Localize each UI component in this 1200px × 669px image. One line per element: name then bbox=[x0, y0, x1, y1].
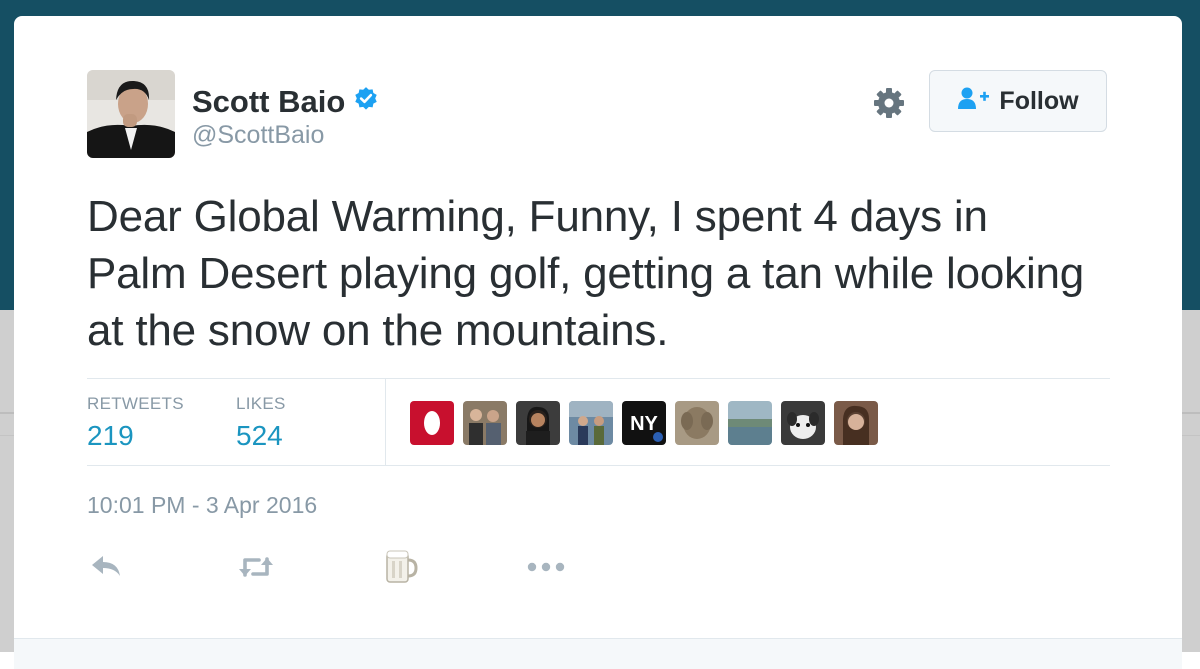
likes-label: LIKES bbox=[236, 394, 286, 413]
user-name-row[interactable]: Scott Baio bbox=[192, 84, 379, 120]
reply-icon[interactable] bbox=[90, 554, 122, 583]
retweets-stat[interactable]: RETWEETS 219 bbox=[87, 394, 184, 452]
retweets-label: RETWEETS bbox=[87, 394, 184, 413]
retweet-icon[interactable] bbox=[237, 554, 275, 585]
tweet-timestamp[interactable]: 10:01 PM - 3 Apr 2016 bbox=[87, 492, 317, 519]
liker-avatar[interactable] bbox=[463, 401, 507, 445]
avatar[interactable] bbox=[87, 70, 175, 158]
gear-icon[interactable] bbox=[872, 86, 906, 120]
liker-avatar[interactable] bbox=[834, 401, 878, 445]
user-handle[interactable]: @ScottBaio bbox=[192, 121, 324, 150]
liker-avatar[interactable] bbox=[410, 401, 454, 445]
card-footer bbox=[14, 638, 1182, 669]
retweets-count: 219 bbox=[87, 420, 134, 451]
tweet-text: Dear Global Warming, Funny, I spent 4 da… bbox=[87, 192, 1085, 355]
user-name[interactable]: Scott Baio bbox=[192, 84, 345, 120]
liker-avatar[interactable] bbox=[675, 401, 719, 445]
follow-button[interactable]: Follow bbox=[929, 70, 1107, 132]
svg-text:NY: NY bbox=[630, 413, 658, 435]
follow-button-label: Follow bbox=[999, 86, 1079, 115]
like-beer-mug-icon[interactable] bbox=[384, 548, 418, 589]
likes-count: 524 bbox=[236, 420, 283, 451]
liker-avatar[interactable] bbox=[728, 401, 772, 445]
follow-user-icon bbox=[957, 86, 991, 117]
tweet-stats: RETWEETS 219 LIKES 524 NY bbox=[87, 378, 1110, 466]
likes-stat[interactable]: LIKES 524 bbox=[236, 394, 286, 452]
likers-avatars: NY bbox=[410, 401, 878, 445]
tweet-card: Scott Baio @ScottBaio Follow Dear Global… bbox=[14, 16, 1182, 669]
liker-avatar[interactable] bbox=[781, 401, 825, 445]
liker-avatar[interactable] bbox=[569, 401, 613, 445]
more-dots-icon[interactable] bbox=[527, 560, 565, 578]
liker-avatar[interactable] bbox=[516, 401, 560, 445]
stats-divider bbox=[385, 379, 386, 465]
verified-badge-icon bbox=[353, 84, 379, 120]
liker-avatar[interactable]: NY bbox=[622, 401, 666, 445]
